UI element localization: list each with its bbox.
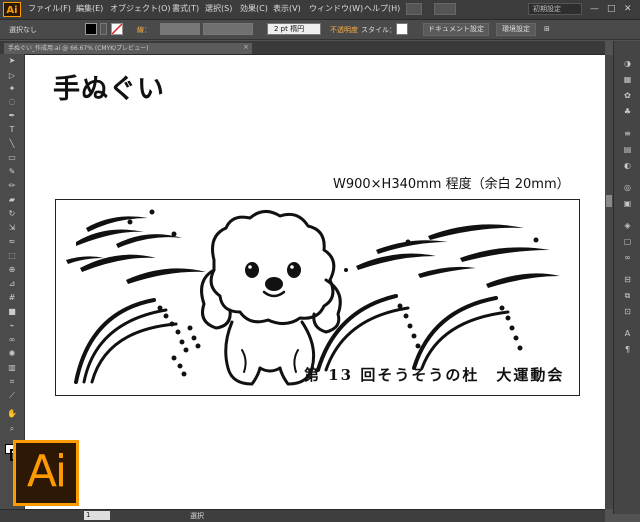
- status-tool-label: 選択: [190, 512, 204, 520]
- eyedropper-icon[interactable]: ⌁: [6, 321, 18, 330]
- stroke-swatch[interactable]: [111, 23, 123, 35]
- menu-help[interactable]: ヘルプ(H): [364, 3, 400, 14]
- canvas[interactable]: 手ぬぐい W900×H340mm 程度（余白 20mm） 第 13 回そうそうの…: [25, 55, 605, 509]
- event-title: 第 13 回そうそうの杜 大運動会: [304, 366, 565, 384]
- line-tool-icon[interactable]: ╲: [6, 139, 18, 148]
- vertical-scroll-thumb[interactable]: [606, 195, 612, 207]
- poodle-drawing: [200, 210, 342, 386]
- transparency-icon[interactable]: ◐: [622, 161, 633, 170]
- paintbrush-icon[interactable]: ✎: [6, 167, 18, 176]
- bridge-button[interactable]: [406, 3, 422, 15]
- status-bar: 1 選択: [0, 509, 605, 522]
- links-icon[interactable]: ∞: [622, 253, 633, 262]
- towel-artboard[interactable]: 第 13 回そうそうの杜 大運動会: [55, 199, 580, 396]
- close-tab-icon[interactable]: ×: [243, 43, 249, 51]
- poodle-face: [245, 262, 301, 291]
- selection-status: 選択なし: [9, 26, 37, 34]
- workspace-switcher[interactable]: 初期設定: [528, 3, 582, 15]
- fill-swatch[interactable]: [85, 23, 97, 35]
- opacity-label[interactable]: 不透明度: [330, 25, 358, 35]
- lasso-icon[interactable]: ◌: [6, 97, 18, 106]
- minimize-icon[interactable]: —: [590, 4, 599, 14]
- variable-width-profile[interactable]: [203, 23, 253, 35]
- brushes-icon[interactable]: ✿: [622, 91, 633, 100]
- free-transform-icon[interactable]: ⬚: [6, 251, 18, 260]
- stroke-label[interactable]: 線：: [137, 25, 151, 35]
- menu-edit[interactable]: 編集(E): [76, 3, 103, 14]
- dimensions-note: W900×H340mm 程度（余白 20mm）: [333, 177, 570, 192]
- stroke-icon[interactable]: ≡: [622, 129, 633, 138]
- maximize-icon[interactable]: □: [607, 4, 616, 14]
- align-icon[interactable]: ⊟: [622, 275, 633, 284]
- color-panel-icon[interactable]: ◑: [622, 59, 633, 68]
- preferences-button[interactable]: 環境設定: [496, 23, 536, 36]
- pen-tool-icon[interactable]: ✒: [6, 111, 18, 120]
- perspective-grid-icon[interactable]: ⊿: [6, 279, 18, 288]
- control-bar: 選択なし 線： 2 pt 楕円 不透明度 スタイル： ドキュメント設定 環境設定…: [0, 20, 640, 40]
- panel-dock: ◑ ▦ ✿ ♣ ≡ ▤ ◐ ◎ ▣ ◈ ▢ ∞ ⊟ ⧉ ⊡ A ¶: [613, 41, 640, 514]
- hand-tool-icon[interactable]: ✋: [6, 409, 18, 418]
- illustrator-logo: Ai: [13, 440, 79, 506]
- eraser-icon[interactable]: ▰: [6, 195, 18, 204]
- selection-tool-icon[interactable]: ➤: [6, 56, 18, 65]
- paragraph-icon[interactable]: ¶: [622, 345, 633, 354]
- menu-file[interactable]: ファイル(F): [28, 3, 71, 14]
- menu-type[interactable]: 書式(T): [172, 3, 199, 14]
- document-tab[interactable]: 手ぬぐい_作成用.ai @ 66.67% (CMYK/プレビュー): [4, 43, 252, 54]
- zoom-tool-icon[interactable]: ⌕: [6, 424, 18, 433]
- menu-object[interactable]: オブジェクト(O): [110, 3, 171, 14]
- artboards-icon[interactable]: ▢: [622, 237, 633, 246]
- rectangle-tool-icon[interactable]: ▭: [6, 153, 18, 162]
- stroke-weight-field[interactable]: [160, 23, 200, 35]
- graphic-styles-icon[interactable]: ▣: [622, 199, 633, 208]
- arrange-documents-button[interactable]: [434, 3, 456, 15]
- pencil-icon[interactable]: ✏: [6, 181, 18, 190]
- brush-definition-select[interactable]: 2 pt 楕円: [267, 23, 321, 35]
- menu-window[interactable]: ウィンドウ(W): [309, 3, 363, 14]
- app-icon[interactable]: Ai: [3, 2, 21, 17]
- menu-bar: Ai ファイル(F) 編集(E) オブジェクト(O) 書式(T) 選択(S) 効…: [0, 0, 640, 20]
- mesh-icon[interactable]: #: [6, 293, 18, 302]
- align-options-icon[interactable]: ⊞: [544, 25, 550, 33]
- gradient-panel-icon[interactable]: ▤: [622, 145, 633, 154]
- shape-builder-icon[interactable]: ⊕: [6, 265, 18, 274]
- document-tab-bar: 手ぬぐい_作成用.ai @ 66.67% (CMYK/プレビュー) ×: [0, 41, 605, 55]
- width-tool-icon[interactable]: ≈: [6, 237, 18, 246]
- character-icon[interactable]: A: [622, 329, 633, 338]
- magic-wand-icon[interactable]: ✦: [6, 84, 18, 93]
- close-icon[interactable]: ✕: [624, 4, 632, 14]
- menu-select[interactable]: 選択(S): [205, 3, 232, 14]
- swatches-icon[interactable]: ▦: [622, 75, 633, 84]
- menu-view[interactable]: 表示(V): [273, 3, 301, 14]
- style-label: スタイル：: [361, 26, 396, 34]
- fill-dropdown[interactable]: [100, 23, 107, 35]
- menu-effect[interactable]: 効果(C): [240, 3, 268, 14]
- type-tool-icon[interactable]: T: [6, 125, 18, 134]
- gradient-icon[interactable]: ■: [6, 307, 18, 316]
- symbols-icon[interactable]: ♣: [622, 107, 633, 116]
- layers-icon[interactable]: ◈: [622, 221, 633, 230]
- scale-icon[interactable]: ⇲: [6, 223, 18, 232]
- symbol-sprayer-icon[interactable]: ✺: [6, 349, 18, 358]
- blend-icon[interactable]: ∞: [6, 335, 18, 344]
- transform-icon[interactable]: ⊡: [622, 307, 633, 316]
- document-setup-button[interactable]: ドキュメント設定: [423, 23, 489, 36]
- grass-brush-strokes: [66, 209, 560, 288]
- pathfinder-icon[interactable]: ⧉: [622, 291, 633, 300]
- direct-selection-tool-icon[interactable]: ▷: [6, 71, 18, 80]
- artboard-tool-icon[interactable]: ⌗: [6, 377, 18, 386]
- rotate-icon[interactable]: ↻: [6, 209, 18, 218]
- graphic-style-swatch[interactable]: [396, 23, 408, 35]
- slice-tool-icon[interactable]: ⟋: [6, 391, 18, 400]
- column-graph-icon[interactable]: ▥: [6, 363, 18, 372]
- page-title: 手ぬぐい: [53, 74, 165, 105]
- vertical-scrollbar[interactable]: [605, 55, 613, 509]
- artboard-number-field[interactable]: 1: [84, 511, 110, 520]
- appearance-icon[interactable]: ◎: [622, 183, 633, 192]
